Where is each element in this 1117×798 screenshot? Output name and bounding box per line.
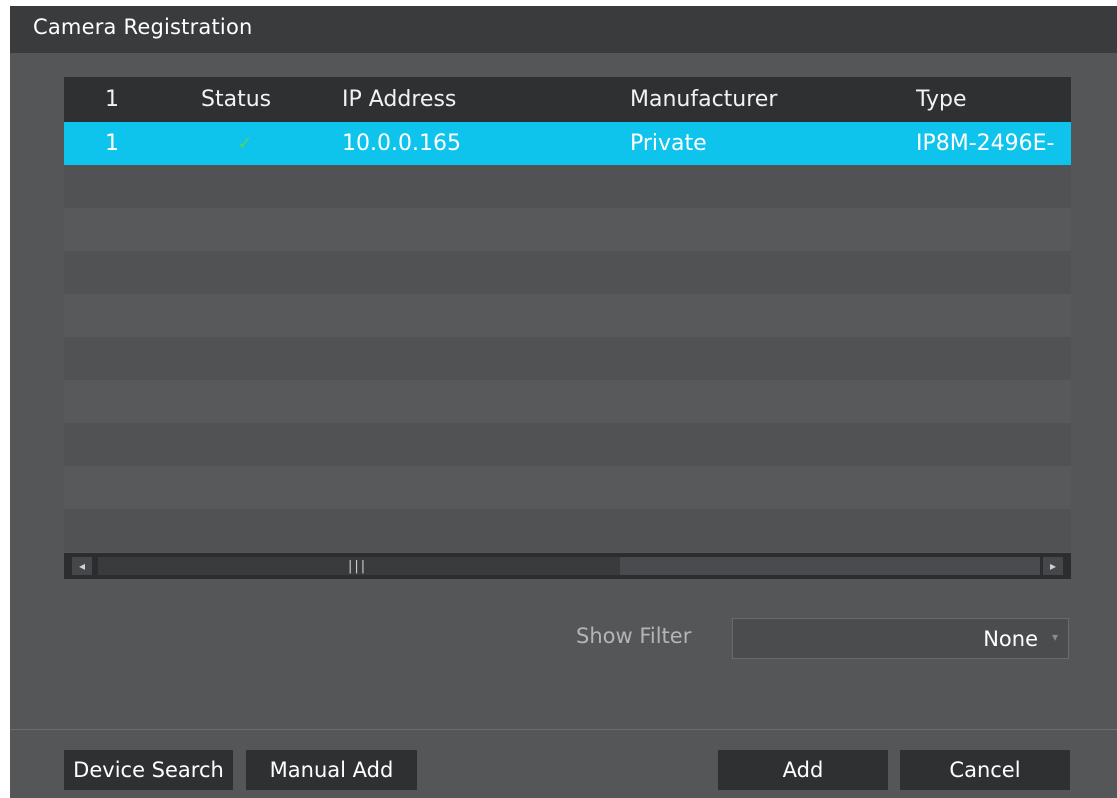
header-type[interactable]: Type	[916, 77, 1071, 122]
chevron-down-icon: ▾	[1051, 630, 1058, 644]
scrollbar-thumb[interactable]: |||	[98, 557, 620, 575]
row-manufacturer: Private	[630, 131, 707, 156]
header-manufacturer[interactable]: Manufacturer	[630, 77, 890, 122]
row-status: ✓	[195, 122, 295, 165]
empty-row	[64, 423, 1071, 466]
dialog-title: Camera Registration	[33, 15, 253, 39]
header-ip-address[interactable]: IP Address	[342, 77, 602, 122]
row-index: 1	[105, 131, 119, 156]
grip-icon: |||	[348, 559, 368, 574]
empty-row	[64, 251, 1071, 294]
add-button[interactable]: Add	[718, 750, 888, 790]
camera-registration-dialog: Camera Registration 1 Status IP Address …	[10, 6, 1117, 798]
check-icon: ✓	[237, 133, 253, 154]
empty-row	[64, 337, 1071, 380]
scrollbar-track[interactable]	[620, 557, 1040, 575]
table-row[interactable]: 1 ✓ 10.0.0.165 Private IP8M-2496E-	[64, 122, 1071, 165]
footer-divider	[10, 729, 1117, 730]
empty-row	[64, 294, 1071, 337]
empty-row	[64, 208, 1071, 251]
horizontal-scrollbar[interactable]: ◂ ||| ▸	[64, 553, 1071, 579]
empty-row	[64, 380, 1071, 423]
scroll-left-icon[interactable]: ◂	[72, 557, 92, 575]
device-search-button[interactable]: Device Search	[64, 750, 233, 790]
table-header: 1 Status IP Address Manufacturer Type	[64, 77, 1071, 122]
cancel-button[interactable]: Cancel	[900, 750, 1070, 790]
empty-row	[64, 509, 1071, 552]
empty-row	[64, 466, 1071, 509]
device-table: 1 Status IP Address Manufacturer Type 1 …	[64, 77, 1071, 583]
filter-selected-value: None	[983, 627, 1038, 651]
empty-row	[64, 165, 1071, 208]
header-index[interactable]: 1	[105, 77, 145, 122]
title-bar: Camera Registration	[10, 6, 1117, 53]
scroll-right-icon[interactable]: ▸	[1043, 557, 1063, 575]
manual-add-button[interactable]: Manual Add	[246, 750, 417, 790]
header-status[interactable]: Status	[201, 77, 301, 122]
row-ip-address: 10.0.0.165	[342, 131, 461, 156]
show-filter-dropdown[interactable]: None ▾	[732, 618, 1069, 659]
table-body: 1 ✓ 10.0.0.165 Private IP8M-2496E-	[64, 122, 1071, 552]
show-filter-label: Show Filter	[576, 624, 692, 648]
row-type: IP8M-2496E-	[916, 131, 1055, 156]
